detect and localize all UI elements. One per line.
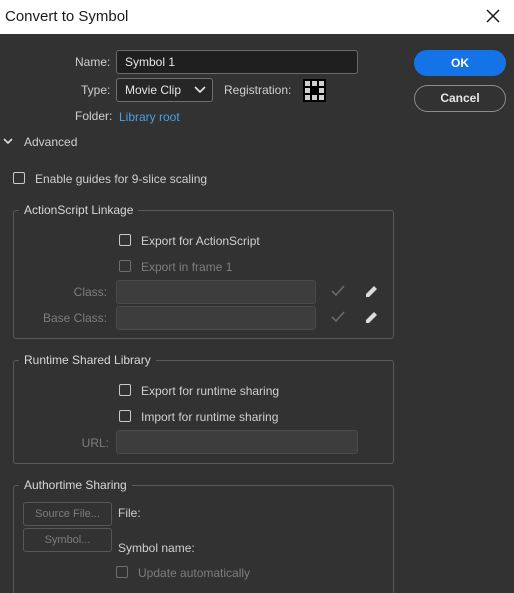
registration-point[interactable] xyxy=(305,88,310,93)
source-file-button[interactable]: Source File... xyxy=(23,502,112,526)
registration-grid[interactable] xyxy=(303,79,326,102)
enable-guides-checkbox[interactable] xyxy=(13,172,25,184)
import-runtime-checkbox[interactable] xyxy=(119,410,131,422)
class-label: Class: xyxy=(73,285,107,299)
registration-point[interactable] xyxy=(312,81,317,86)
registration-point[interactable] xyxy=(305,81,310,86)
url-input[interactable] xyxy=(116,430,358,454)
registration-label: Registration: xyxy=(224,83,292,97)
title-bar: Convert to Symbol xyxy=(0,0,514,34)
registration-point[interactable] xyxy=(312,95,317,100)
folder-link[interactable]: Library root xyxy=(119,110,180,124)
registration-point[interactable] xyxy=(319,95,324,100)
chevron-down-icon xyxy=(3,138,13,145)
window-title: Convert to Symbol xyxy=(5,8,129,25)
pencil-icon[interactable] xyxy=(364,310,379,325)
type-select[interactable]: Movie Clip xyxy=(116,78,213,102)
pencil-icon[interactable] xyxy=(364,284,379,299)
export-in-frame-checkbox[interactable] xyxy=(119,260,131,272)
update-automatically-checkbox[interactable] xyxy=(116,566,128,578)
registration-point[interactable] xyxy=(319,81,324,86)
export-in-frame-label: Export in frame 1 xyxy=(141,260,233,274)
check-icon[interactable] xyxy=(331,285,345,297)
registration-point[interactable] xyxy=(305,95,310,100)
registration-point[interactable] xyxy=(319,88,324,93)
enable-guides-label: Enable guides for 9-slice scaling xyxy=(35,172,208,186)
export-for-actionscript-label: Export for ActionScript xyxy=(141,234,260,248)
base-class-label: Base Class: xyxy=(42,311,107,325)
authortime-sharing-title: Authortime Sharing xyxy=(19,478,132,492)
runtime-shared-library-title: Runtime Shared Library xyxy=(19,353,156,367)
advanced-label: Advanced xyxy=(24,135,78,149)
cancel-button[interactable]: Cancel xyxy=(414,85,506,112)
actionscript-linkage-title: ActionScript Linkage xyxy=(19,203,139,217)
url-label: URL: xyxy=(81,436,109,450)
type-select-value: Movie Clip xyxy=(125,83,182,97)
chevron-down-icon xyxy=(194,86,206,94)
ok-button[interactable]: OK xyxy=(414,50,506,76)
name-input[interactable]: Symbol 1 xyxy=(116,50,358,74)
export-runtime-label: Export for runtime sharing xyxy=(141,384,280,398)
name-label: Name: xyxy=(75,55,111,69)
type-label: Type: xyxy=(81,83,111,97)
file-label: File: xyxy=(118,506,141,520)
registration-point-selected[interactable] xyxy=(312,88,317,93)
export-for-actionscript-checkbox[interactable] xyxy=(119,234,131,246)
symbol-name-label: Symbol name: xyxy=(118,541,195,555)
folder-label: Folder: xyxy=(75,109,113,123)
symbol-button[interactable]: Symbol... xyxy=(23,528,112,552)
update-automatically-label: Update automatically xyxy=(138,566,251,580)
import-runtime-label: Import for runtime sharing xyxy=(141,410,279,424)
check-icon[interactable] xyxy=(331,311,345,323)
close-icon[interactable] xyxy=(484,7,502,25)
export-runtime-checkbox[interactable] xyxy=(119,384,131,396)
class-input[interactable] xyxy=(116,280,316,304)
base-class-input[interactable] xyxy=(116,306,316,330)
